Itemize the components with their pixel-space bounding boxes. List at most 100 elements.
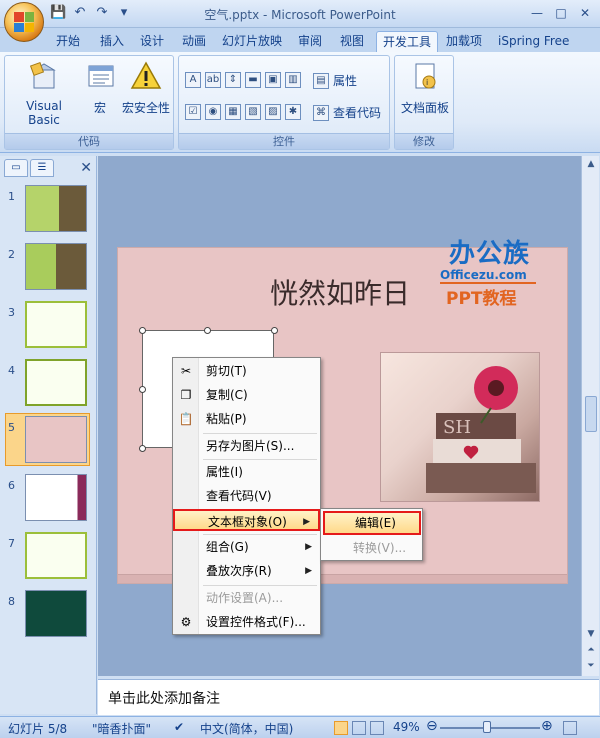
slide-thumbnail-1[interactable]: [25, 185, 87, 232]
slide-number: 5: [8, 421, 15, 434]
scrollbar-control-icon[interactable]: ▥: [285, 72, 301, 88]
slide-thumbnail-3[interactable]: [25, 301, 87, 348]
menu-item-label: 叠放次序(R): [206, 564, 272, 578]
spin-control-icon[interactable]: ⇕: [225, 72, 241, 88]
slides-tab-icon[interactable]: ▭: [4, 159, 28, 177]
resize-handle[interactable]: [271, 327, 278, 334]
menu-item-paste[interactable]: 📋 粘贴(P): [173, 408, 320, 430]
language-indicator[interactable]: 中文(简体，中国): [200, 720, 293, 737]
tab-design[interactable]: 设计: [134, 31, 170, 52]
resize-handle[interactable]: [139, 445, 146, 452]
combobox-control-icon[interactable]: ▧: [245, 104, 261, 120]
spellcheck-icon[interactable]: ✔: [174, 720, 184, 734]
menu-item-cut[interactable]: ✂ 剪切(T): [173, 360, 320, 382]
macro-security-button[interactable]: 宏安全性: [119, 60, 173, 116]
brand-subtitle-text: PPT教程: [446, 289, 517, 309]
menu-item-view-code[interactable]: 查看代码(V): [173, 485, 320, 507]
visual-basic-button[interactable]: Visual Basic: [9, 60, 79, 127]
menu-item-label: 查看代码(V): [206, 489, 272, 503]
next-slide-icon[interactable]: ⏷: [582, 658, 600, 674]
more-controls-icon[interactable]: ✱: [285, 104, 301, 120]
slide-number: 8: [8, 595, 15, 608]
slide-title[interactable]: 恍然如昨日: [270, 272, 410, 312]
slide-position: 幻灯片 5/8: [8, 722, 68, 736]
visual-basic-label: Visual Basic: [26, 99, 62, 127]
minimize-button[interactable]: —: [526, 4, 548, 22]
label-control-icon[interactable]: A: [185, 72, 201, 88]
textbox-control-icon[interactable]: ab: [205, 72, 221, 88]
menu-item-group[interactable]: 组合(G) ▶: [173, 536, 320, 558]
menu-item-label: 设置控件格式(F)...: [206, 615, 306, 629]
menu-item-order[interactable]: 叠放次序(R) ▶: [173, 560, 320, 582]
menu-item-copy[interactable]: ❐ 复制(C): [173, 384, 320, 406]
tab-animation[interactable]: 动画: [176, 31, 212, 52]
notes-pane[interactable]: 单击此处添加备注: [98, 679, 599, 715]
listbox-control-icon[interactable]: ▦: [225, 104, 241, 120]
zoom-slider-knob[interactable]: [483, 721, 491, 733]
office-button[interactable]: [4, 2, 44, 42]
view-code-button[interactable]: ⌘ 查看代码: [313, 104, 381, 121]
tab-insert[interactable]: 插入: [94, 31, 130, 52]
toggle-button-icon[interactable]: ▨: [265, 104, 281, 120]
outline-tab-icon[interactable]: ☰: [30, 159, 54, 177]
context-menu: ✂ 剪切(T) ❐ 复制(C) 📋 粘贴(P) 另存为图片(S)... 属性(I…: [172, 357, 321, 635]
close-button[interactable]: ✕: [574, 4, 596, 22]
properties-button[interactable]: ▤ 属性: [313, 72, 357, 89]
close-panel-icon[interactable]: ✕: [80, 160, 92, 176]
brand-url-text: Officezu.com: [440, 268, 527, 282]
menu-item-textbox-object[interactable]: 文本框对象(O) ▶: [173, 509, 320, 531]
window-title: 空气.pptx - Microsoft PowerPoint: [204, 8, 396, 22]
slide-sorter-icon[interactable]: [352, 721, 366, 735]
document-panel-button[interactable]: i 文档面板: [397, 60, 453, 116]
scroll-up-icon[interactable]: ▲: [582, 156, 600, 172]
tab-developer[interactable]: 开发工具: [376, 31, 439, 52]
tab-addins[interactable]: 加载项: [440, 31, 488, 52]
tab-slideshow[interactable]: 幻灯片放映: [216, 31, 288, 52]
zoom-level[interactable]: 49%: [393, 720, 420, 734]
tab-home[interactable]: 开始: [50, 31, 86, 52]
command-button-icon[interactable]: ▬: [245, 72, 261, 88]
slide-thumbnail-8[interactable]: [25, 590, 87, 637]
tab-ispring[interactable]: iSpring Free: [492, 31, 575, 52]
controls-group: A ab ⇕ ▬ ▣ ▥ ▤ 属性 ☑ ◉ ▦ ▧ ▨ ✱ ⌘ 查看代码 控件: [178, 55, 390, 150]
resize-handle[interactable]: [139, 327, 146, 334]
svg-text:i: i: [426, 78, 428, 87]
menu-item-properties[interactable]: 属性(I): [173, 461, 320, 483]
scrollbar-thumb[interactable]: [585, 396, 597, 432]
option-button-icon[interactable]: ◉: [205, 104, 221, 120]
menu-item-format-control[interactable]: ⚙ 设置控件格式(F)...: [173, 611, 320, 633]
paste-icon: 📋: [178, 412, 194, 426]
notes-placeholder: 单击此处添加备注: [108, 691, 220, 707]
menu-item-label: 剪切(T): [206, 364, 247, 378]
slide-thumbnail-2[interactable]: [25, 243, 87, 290]
fit-to-window-icon[interactable]: [563, 721, 577, 735]
previous-slide-icon[interactable]: ⏶: [582, 642, 600, 658]
slide-thumbnail-7[interactable]: [25, 532, 87, 579]
warning-icon: [130, 61, 162, 89]
vertical-scrollbar[interactable]: ▲ ▼ ⏶ ⏷: [581, 156, 599, 676]
zoom-out-icon[interactable]: ⊖: [426, 718, 438, 734]
maximize-button[interactable]: □: [550, 4, 572, 22]
macro-button[interactable]: 宏: [85, 60, 115, 116]
menu-item-save-as-picture[interactable]: 另存为图片(S)...: [173, 435, 320, 457]
slideshow-view-icon[interactable]: [370, 721, 384, 735]
image-control-icon[interactable]: ▣: [265, 72, 281, 88]
visual-basic-icon: [29, 61, 56, 89]
view-code-icon: ⌘: [313, 104, 329, 121]
tab-view[interactable]: 视图: [334, 31, 370, 52]
slide-thumbnail-4[interactable]: [25, 359, 87, 406]
slide-thumbnail-6[interactable]: [25, 474, 87, 521]
scroll-down-icon[interactable]: ▼: [582, 626, 600, 642]
resize-handle[interactable]: [204, 327, 211, 334]
resize-handle[interactable]: [139, 386, 146, 393]
tab-review[interactable]: 审阅: [292, 31, 328, 52]
slide-thumbnail-5[interactable]: [25, 416, 87, 463]
normal-view-icon[interactable]: [334, 721, 348, 735]
properties-label: 属性: [333, 74, 358, 88]
ribbon-tabs: 开始 插入 设计 动画 幻灯片放映 审阅 视图 开发工具 加载项 iSpring…: [0, 28, 600, 52]
checkbox-control-icon[interactable]: ☑: [185, 104, 201, 120]
zoom-in-icon[interactable]: ⊕: [541, 718, 553, 734]
view-code-label: 查看代码: [333, 106, 382, 120]
slide-photo[interactable]: SH: [380, 352, 540, 502]
submenu-item-edit[interactable]: 编辑(E): [323, 511, 421, 535]
